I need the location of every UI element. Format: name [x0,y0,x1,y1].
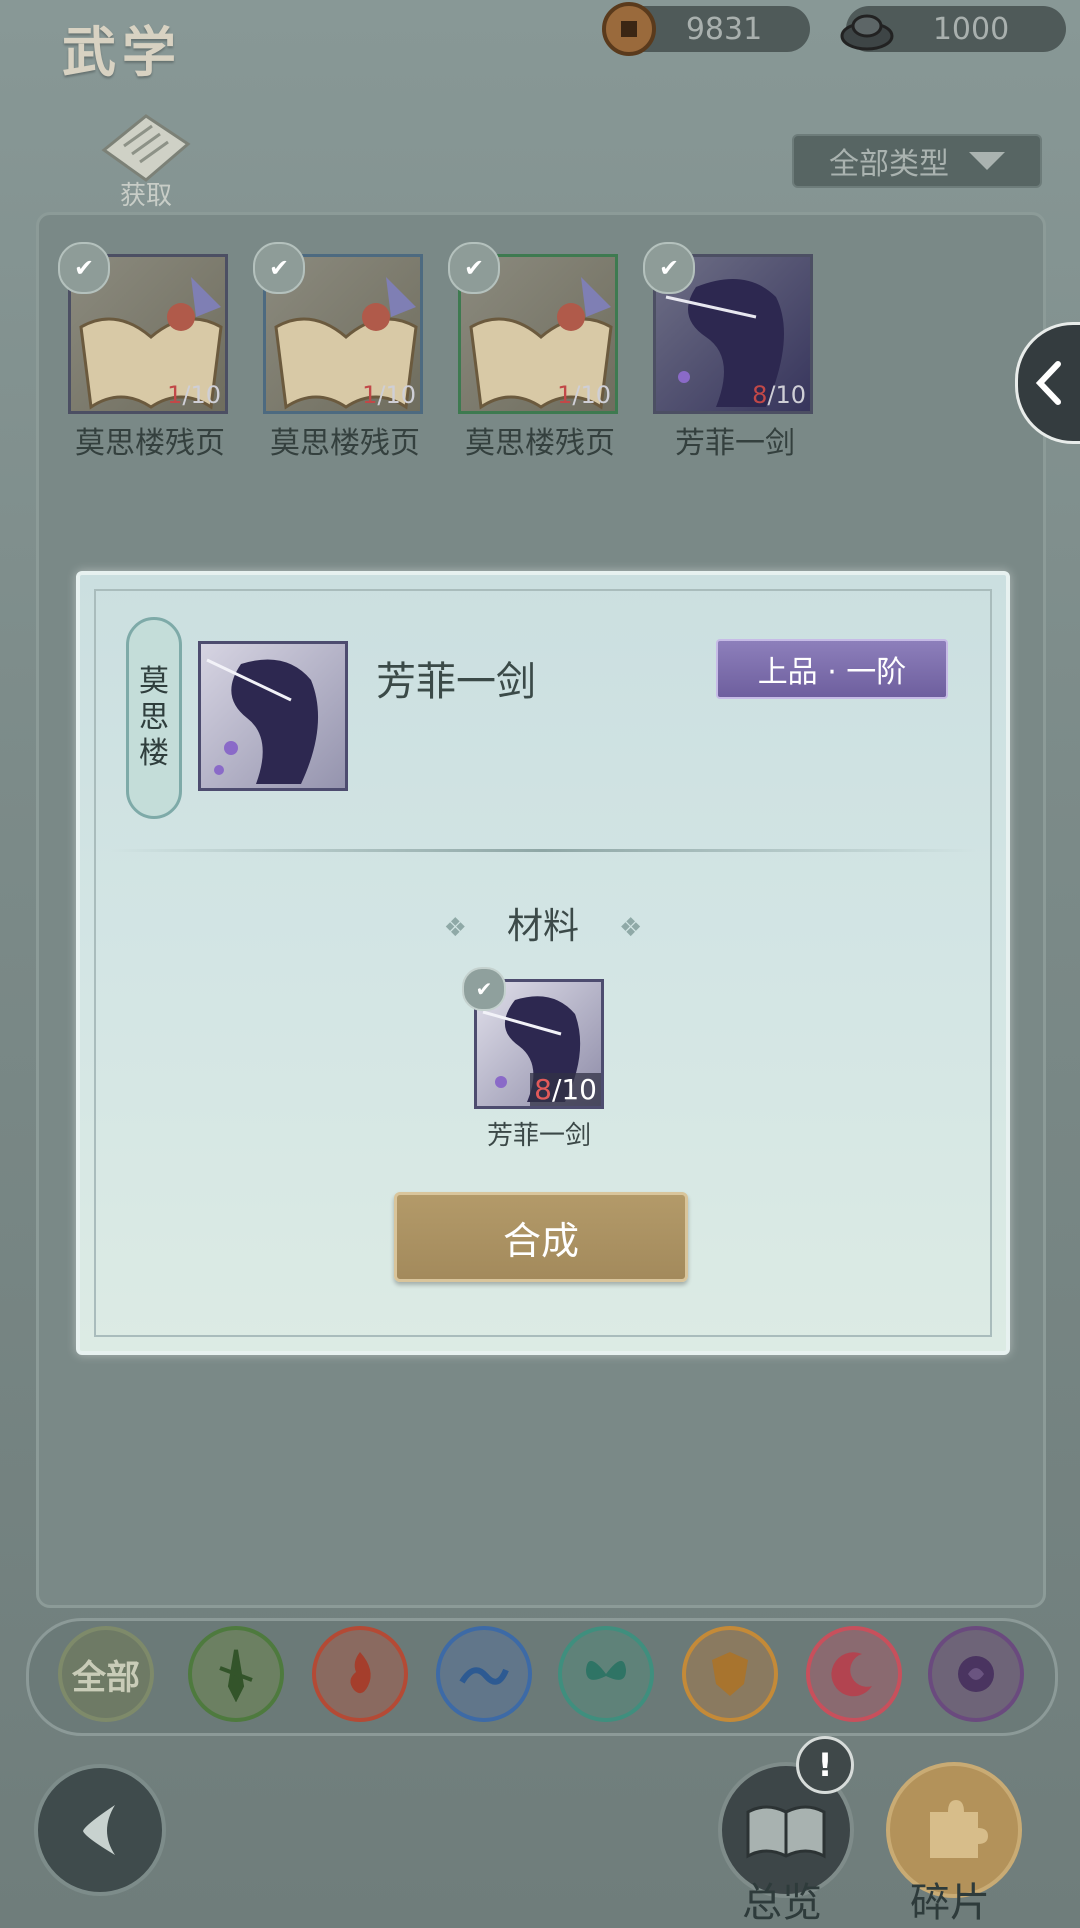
category-all[interactable]: 全部 [58,1626,154,1722]
type-filter-dropdown[interactable]: 全部类型 [792,134,1042,188]
sect-tag: 莫 思 楼 [126,617,182,819]
shield-icon [712,1652,748,1696]
fragment-card[interactable]: 1/10 ✔ 莫思楼残页 [58,242,232,462]
puzzle-icon [930,1800,988,1858]
acquire-label: 获取 [119,181,172,211]
acquire-button[interactable]: 获取 [96,108,196,211]
rose-icon [958,1656,994,1692]
fragment-name: 莫思楼残页 [270,426,420,461]
chevron-down-icon [969,152,1005,170]
check-badge-icon: ✔ [448,242,500,294]
check-badge-icon: ✔ [58,242,110,294]
fragment-count: 1/10 [362,381,416,409]
book-icon [746,1805,826,1859]
sect-char: 思 [139,700,169,735]
wave-icon [459,1667,509,1685]
category-moon[interactable] [806,1626,902,1722]
diamond-icon: ❖ [619,913,643,943]
sword-icon [219,1649,253,1702]
sect-char: 楼 [139,736,169,771]
fragment-name: 莫思楼残页 [465,426,615,461]
fragment-name: 莫思楼残页 [75,426,225,461]
skill-name: 芳菲一剑 [376,659,536,705]
silver-value: 1000 [932,11,1010,47]
category-butterfly[interactable] [558,1626,654,1722]
skill-thumbnail [198,641,348,791]
divider [110,849,976,852]
flame-icon [350,1652,371,1694]
swordswoman-icon [206,658,319,784]
silver-currency: 1000 [840,6,1066,52]
silver-ingot-icon [840,14,894,51]
fragment-count: 1/10 [167,381,221,409]
fragments-label: 碎片 [910,1880,990,1926]
check-badge-icon: ✔ [643,242,695,294]
type-filter-label: 全部类型 [829,147,949,182]
fragment-count: 1/10 [557,381,611,409]
page-title: 武学 [62,20,182,84]
fragment-card[interactable]: 8/10 ✔ 芳菲一剑 [643,242,817,462]
category-rose[interactable] [928,1626,1024,1722]
alert-badge: ! [796,1736,854,1794]
moon-icon [831,1652,872,1697]
overview-label: 总览 [742,1880,822,1926]
check-badge-icon: ✔ [253,242,305,294]
all-icon: 全部 [72,1657,140,1698]
fragment-name: 芳菲一剑 [675,426,795,461]
material-name: 芳菲一剑 [486,1121,591,1151]
fragment-card[interactable]: 1/10 ✔ 莫思楼残页 [448,242,622,462]
synthesize-button[interactable]: 合成 [394,1192,688,1282]
back-button[interactable] [34,1764,166,1896]
copper-coin-icon [602,2,656,56]
sect-char: 莫 [139,664,169,699]
material-count: 8/10 [530,1073,601,1106]
synthesis-dialog: 莫 思 楼 芳菲一剑 上品 · 一阶 ❖ 材料 ❖ 8/10 ✔ 芳菲一剑 合成 [76,571,1010,1355]
copper-currency: 9831 [602,2,810,56]
butterfly-icon [586,1660,626,1680]
fragment-card[interactable]: 1/10 ✔ 莫思楼残页 [253,242,427,462]
category-bar [26,1618,1058,1736]
category-flame[interactable] [312,1626,408,1722]
back-arrow-icon [83,1805,115,1855]
check-badge-icon: ✔ [462,967,506,1011]
material-card[interactable]: 8/10 ✔ 芳菲一剑 [462,967,604,1152]
chevron-left-icon [1035,361,1061,405]
fragment-count: 8/10 [752,381,806,409]
materials-title: 材料 [506,906,579,947]
category-wave[interactable] [436,1626,532,1722]
materials-heading: ❖ 材料 ❖ [80,897,1006,949]
category-sword[interactable] [188,1626,284,1722]
category-shield[interactable] [682,1626,778,1722]
grade-badge: 上品 · 一阶 [716,639,948,699]
diamond-icon: ❖ [443,913,467,943]
copper-value: 9831 [685,11,763,47]
